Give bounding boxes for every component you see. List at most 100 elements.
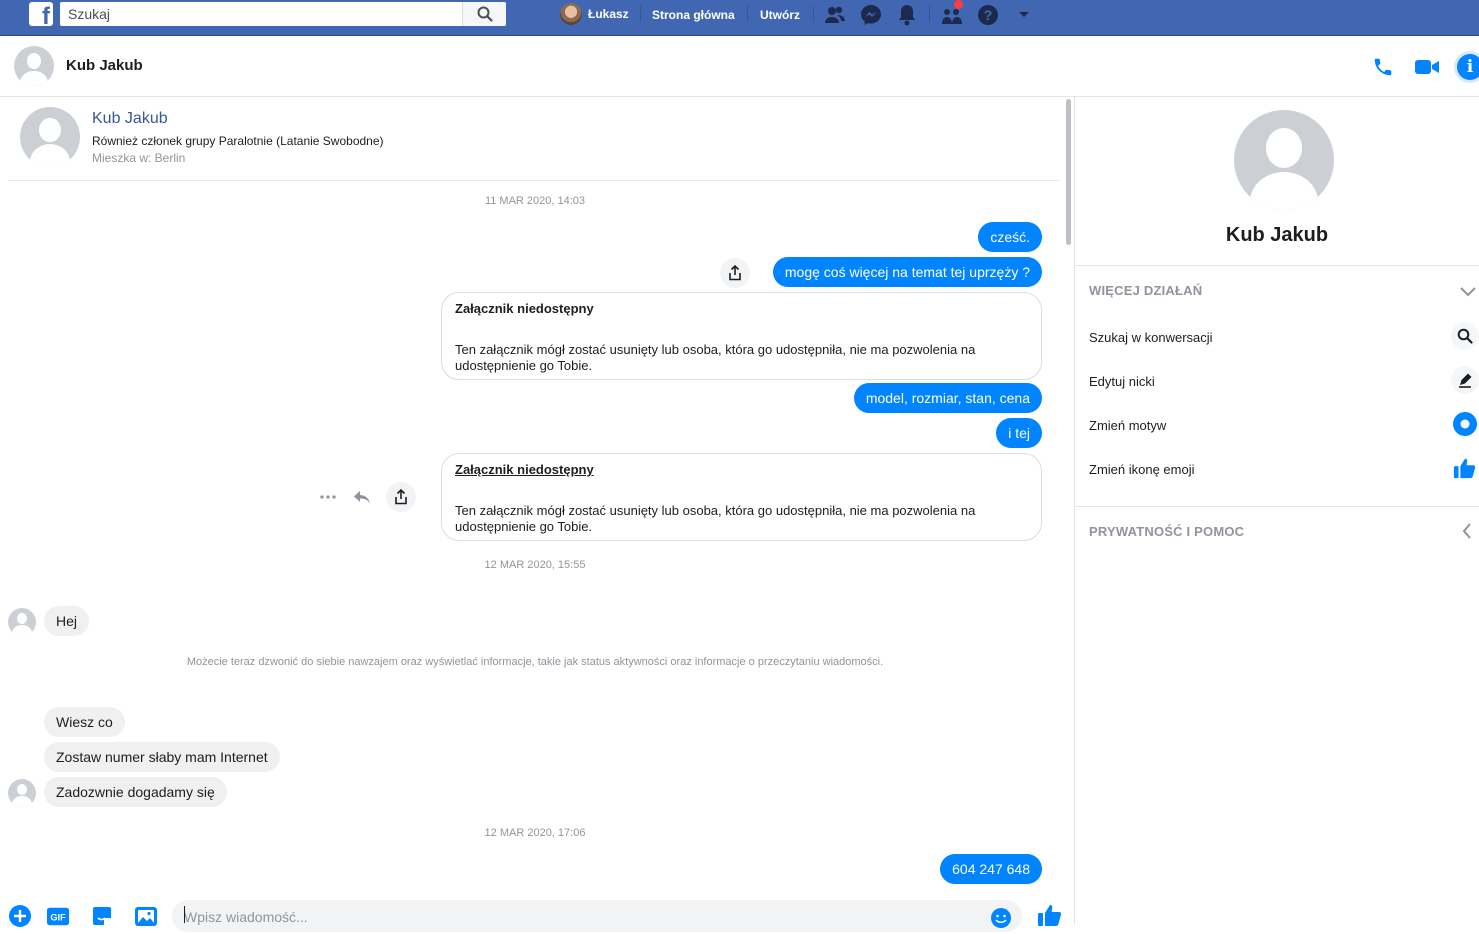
account-menu-chevron-down-icon[interactable] — [1012, 3, 1036, 27]
search-button[interactable] — [462, 2, 506, 26]
outgoing-message[interactable]: model, rozmiar, stan, cena — [853, 383, 1042, 413]
change-emoji-action[interactable]: Zmień ikonę emoji — [1089, 462, 1195, 477]
home-link[interactable]: Strona główna — [652, 8, 735, 22]
notification-badge — [954, 0, 963, 9]
outgoing-message[interactable]: mogę coś więcej na temat tej uprzęży ? — [772, 257, 1042, 287]
more-options-icon[interactable] — [318, 489, 338, 505]
send-like-button[interactable] — [1037, 902, 1063, 928]
edit-nicknames-action[interactable]: Edytuj nicki — [1089, 374, 1155, 389]
outgoing-message[interactable]: 604 247 648 — [940, 854, 1042, 884]
contact-profile-name[interactable]: Kub Jakub — [1075, 224, 1479, 247]
reply-icon[interactable] — [352, 488, 372, 506]
nav-divider — [813, 6, 814, 22]
plus-circle-icon — [9, 905, 31, 927]
timestamp: 12 MAR 2020, 17:06 — [484, 827, 586, 839]
conversation-info-button[interactable]: i — [1457, 54, 1479, 80]
contact-intro-avatar[interactable] — [20, 107, 80, 167]
thumbs-up-icon[interactable] — [1451, 454, 1479, 482]
photo-button[interactable] — [134, 904, 158, 928]
facebook-top-bar: f Łukasz Strona główna Utwórz ? — [0, 0, 1479, 36]
mutual-group-info: Również członek grupy Paralotnie (Latani… — [92, 134, 384, 148]
quick-help-people-icon[interactable] — [940, 0, 964, 27]
divider — [8, 180, 1060, 181]
incoming-message[interactable]: Zostaw numer słaby mam Internet — [44, 742, 280, 772]
facebook-logo-icon[interactable]: f — [29, 2, 53, 26]
scrollbar-thumb[interactable] — [1066, 99, 1071, 245]
chevron-down-icon[interactable] — [1460, 284, 1476, 297]
messenger-icon[interactable] — [859, 3, 883, 27]
nav-divider — [929, 6, 930, 22]
add-more-button[interactable] — [8, 904, 32, 928]
nav-divider — [640, 6, 641, 22]
search-box — [60, 2, 506, 26]
share-button[interactable] — [720, 258, 750, 288]
chevron-left-icon[interactable] — [1462, 523, 1474, 539]
attachment-title: Załącznik niedostępny — [455, 462, 594, 477]
message-composer: GIF Wpisz wiadomość... — [0, 900, 1074, 932]
conversation-title[interactable]: Kub Jakub — [66, 57, 143, 74]
video-camera-icon — [1415, 60, 1439, 74]
share-icon — [395, 489, 407, 505]
voice-call-button[interactable] — [1370, 54, 1396, 80]
search-in-conversation-action[interactable]: Szukaj w konwersacji — [1089, 330, 1213, 345]
attachment-description: Ten załącznik mógł zostać usunięty lub o… — [455, 503, 976, 534]
contact-intro-name[interactable]: Kub Jakub — [92, 110, 168, 128]
search-icon[interactable] — [1451, 322, 1479, 350]
text-caret — [184, 906, 185, 923]
emoji-button[interactable] — [990, 907, 1012, 929]
profile-link[interactable]: Łukasz — [560, 3, 629, 25]
friend-requests-icon[interactable] — [823, 3, 847, 27]
attachment-description: Ten załącznik mógł zostać usunięty lub o… — [455, 342, 976, 373]
share-button[interactable] — [386, 482, 416, 512]
sticker-button[interactable] — [90, 904, 114, 928]
incoming-message[interactable]: Wiesz co — [44, 707, 125, 737]
sticker-icon — [93, 907, 111, 925]
notifications-icon[interactable] — [895, 3, 919, 27]
sender-avatar[interactable] — [8, 779, 36, 807]
unavailable-attachment-card[interactable]: Załącznik niedostępny Ten załącznik mógł… — [441, 292, 1042, 380]
attachment-title: Załącznik niedostępny — [455, 301, 594, 316]
contact-location: Mieszka w: Berlin — [92, 151, 186, 165]
outgoing-message[interactable]: i tej — [996, 418, 1042, 448]
pencil-icon[interactable] — [1451, 366, 1479, 394]
more-actions-header[interactable]: WIĘCEJ DZIAŁAŃ — [1089, 283, 1202, 298]
thumbs-up-icon — [1038, 905, 1062, 926]
panel-divider — [1074, 97, 1075, 925]
video-call-button[interactable] — [1414, 54, 1440, 80]
gif-icon: GIF — [46, 907, 70, 926]
smiley-icon — [991, 908, 1011, 928]
message-input-placeholder: Wpisz wiadomość... — [184, 909, 308, 925]
message-input[interactable]: Wpisz wiadomość... — [172, 900, 1022, 932]
incoming-message[interactable]: Hej — [44, 606, 90, 636]
nav-divider — [747, 6, 748, 22]
contact-avatar[interactable] — [14, 46, 54, 86]
image-icon — [135, 907, 157, 926]
outgoing-message[interactable]: cześć. — [978, 222, 1042, 252]
conversation-header: Kub Jakub i — [0, 36, 1479, 97]
divider — [1075, 265, 1479, 266]
phone-icon — [1374, 58, 1392, 76]
system-notice: Możecie teraz dzwonić do siebie nawzajem… — [186, 656, 884, 668]
sender-avatar[interactable] — [8, 608, 36, 636]
theme-icon[interactable] — [1451, 410, 1479, 438]
share-icon — [729, 265, 741, 281]
contact-profile-avatar[interactable] — [1234, 110, 1334, 210]
avatar — [560, 3, 582, 25]
divider — [1075, 506, 1479, 507]
help-icon[interactable]: ? — [976, 3, 1000, 27]
gif-button[interactable]: GIF — [46, 904, 70, 928]
change-theme-action[interactable]: Zmień motyw — [1089, 418, 1166, 433]
svg-text:GIF: GIF — [50, 913, 66, 923]
timestamp: 12 MAR 2020, 15:55 — [484, 559, 586, 571]
incoming-message[interactable]: Zadozwnie dogadamy się — [44, 777, 227, 807]
timestamp: 11 MAR 2020, 14:03 — [484, 195, 586, 207]
create-link[interactable]: Utwórz — [760, 8, 800, 22]
info-icon: i — [1457, 54, 1479, 80]
search-icon — [477, 6, 493, 22]
unavailable-attachment-card[interactable]: Załącznik niedostępny Ten załącznik mógł… — [441, 453, 1042, 541]
search-input[interactable] — [60, 3, 460, 25]
profile-name: Łukasz — [588, 7, 629, 21]
message-thread: Kub Jakub Również członek grupy Paralotn… — [0, 97, 1074, 900]
svg-text:?: ? — [984, 7, 993, 23]
privacy-and-support-header[interactable]: PRYWATNOŚĆ I POMOC — [1089, 524, 1244, 539]
